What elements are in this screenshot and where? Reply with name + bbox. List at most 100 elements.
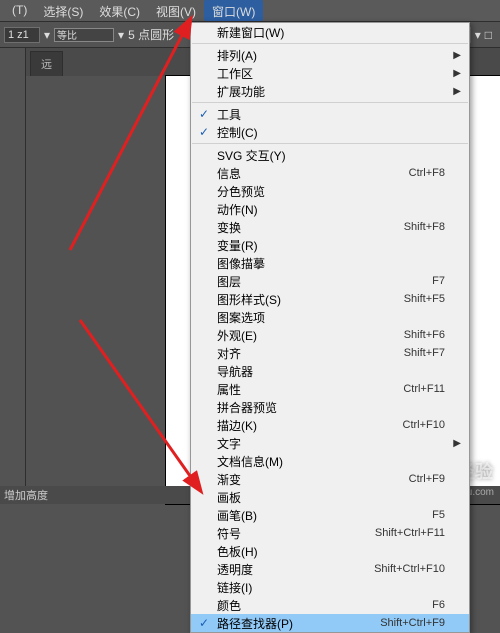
menu-entry[interactable]: 外观(E) Shift+F6 <box>191 326 469 344</box>
menu-entry[interactable]: 文字 ▶ <box>191 434 469 452</box>
menu-entry-label: 信息 <box>217 165 241 182</box>
menu-entry-label: 图形样式(S) <box>217 291 281 308</box>
sidebar-tools[interactable] <box>0 48 26 504</box>
menu-shortcut: Shift+F6 <box>404 329 445 341</box>
menu-entry-label: 图案选项 <box>217 309 265 326</box>
window-menu-dropdown: 新建窗口(W)排列(A)▶工作区▶扩展功能▶✓工具✓控制(C)SVG 交互(Y)… <box>190 22 470 633</box>
menu-entry-label: 链接(I) <box>217 579 252 596</box>
chevron-right-icon: ▶ <box>453 438 461 449</box>
menu-entry-label: SVG 交互(Y) <box>217 147 286 164</box>
menu-entry[interactable]: 图层 F7 <box>191 272 469 290</box>
menu-entry[interactable]: 信息 Ctrl+F8 <box>191 164 469 182</box>
menu-shortcut: Ctrl+F9 <box>409 473 445 485</box>
menu-entry[interactable]: 画笔(B)F5 <box>191 506 469 524</box>
menu-entry[interactable]: SVG 交互(Y) <box>191 146 469 164</box>
menu-entry[interactable]: 画板 <box>191 488 469 506</box>
menu-item-effect[interactable]: 效果(C) <box>91 0 148 21</box>
chevron-right-icon: ▶ <box>453 68 461 79</box>
menu-entry[interactable]: 扩展功能▶ <box>191 82 469 100</box>
menu-entry[interactable]: ✓ 工具 <box>191 105 469 123</box>
menu-entry-label: 控制(C) <box>217 124 258 141</box>
menu-entry[interactable]: 图形样式(S) Shift+F5 <box>191 290 469 308</box>
menu-entry-label: 画板 <box>217 489 241 506</box>
menu-entry-label: 动作(N) <box>217 201 258 218</box>
menu-shortcut: Ctrl+F8 <box>409 167 445 179</box>
menu-entry[interactable]: 图像描摹 <box>191 254 469 272</box>
menu-entry-label: 图像描摹 <box>217 255 265 272</box>
anchor-label: 5 点圆形 <box>128 26 174 43</box>
menu-entry[interactable]: 描边(K) Ctrl+F10 <box>191 416 469 434</box>
menu-item-select[interactable]: 选择(S) <box>35 0 91 21</box>
menu-shortcut: F7 <box>432 275 445 287</box>
menu-shortcut: Shift+Ctrl+F10 <box>374 563 445 575</box>
check-icon: ✓ <box>199 125 209 139</box>
chevron-down-icon[interactable]: ▾ <box>475 28 481 42</box>
menu-item-view[interactable]: 视图(V) <box>148 0 204 21</box>
menu-separator <box>192 102 468 103</box>
menu-entry-label: 拼合器预览 <box>217 399 277 416</box>
menu-entry-label: 工作区 <box>217 65 253 82</box>
menu-entry-label: 渐变 <box>217 471 241 488</box>
menu-entry[interactable]: ✓路径查找器(P)Shift+Ctrl+F9 <box>191 614 469 632</box>
check-icon: ✓ <box>199 616 209 630</box>
menu-entry[interactable]: 导航器 <box>191 362 469 380</box>
status-left-text: 增加高度 <box>4 487 48 503</box>
menu-entry[interactable]: 属性 Ctrl+F11 <box>191 380 469 398</box>
menu-entry-label: 颜色 <box>217 597 241 614</box>
menu-entry[interactable]: 链接(I) <box>191 578 469 596</box>
menu-entry[interactable]: 新建窗口(W) <box>191 23 469 41</box>
menu-entry-label: 文字 <box>217 435 241 452</box>
menu-separator <box>192 43 468 44</box>
zoom-input[interactable] <box>4 27 40 43</box>
chevron-down-icon[interactable]: ▾ <box>44 28 50 42</box>
check-icon: ✓ <box>199 107 209 121</box>
menu-entry[interactable]: 文档信息(M) <box>191 452 469 470</box>
chevron-right-icon: ▶ <box>453 86 461 97</box>
menubar: (T) 选择(S) 效果(C) 视图(V) 窗口(W) <box>0 0 500 22</box>
document-tab[interactable]: 远 <box>30 51 63 76</box>
menu-entry-label: 透明度 <box>217 561 253 578</box>
menu-entry[interactable]: 颜色 F6 <box>191 596 469 614</box>
chevron-right-icon: ▶ <box>453 50 461 61</box>
menu-shortcut: Shift+F7 <box>404 347 445 359</box>
menu-entry[interactable]: 图案选项 <box>191 308 469 326</box>
menu-entry-label: 新建窗口(W) <box>217 24 284 41</box>
menu-entry[interactable]: 拼合器预览 <box>191 398 469 416</box>
menu-item-type[interactable]: (T) <box>4 0 35 21</box>
menu-separator <box>192 143 468 144</box>
menu-entry[interactable]: 变量(R) <box>191 236 469 254</box>
menu-entry[interactable]: 排列(A)▶ <box>191 46 469 64</box>
menu-entry[interactable]: 符号 Shift+Ctrl+F11 <box>191 524 469 542</box>
menu-entry[interactable]: 动作(N) <box>191 200 469 218</box>
menu-entry-label: 外观(E) <box>217 327 257 344</box>
menu-entry[interactable]: 变换Shift+F8 <box>191 218 469 236</box>
menu-entry[interactable]: 色板(H) <box>191 542 469 560</box>
menu-shortcut: Shift+Ctrl+F11 <box>375 527 445 539</box>
menu-entry[interactable]: 工作区 ▶ <box>191 64 469 82</box>
menu-item-window[interactable]: 窗口(W) <box>204 0 263 21</box>
menu-shortcut: Ctrl+F11 <box>403 383 445 395</box>
menu-entry-label: 色板(H) <box>217 543 258 560</box>
menu-shortcut: Shift+F5 <box>404 293 445 305</box>
menu-entry-label: 描边(K) <box>217 417 257 434</box>
menu-entry[interactable]: 分色预览 <box>191 182 469 200</box>
menu-entry-label: 导航器 <box>217 363 253 380</box>
menu-entry[interactable]: 对齐 Shift+F7 <box>191 344 469 362</box>
chevron-down-icon[interactable]: ▾ <box>118 28 124 42</box>
menu-entry-label: 属性 <box>217 381 241 398</box>
menu-entry[interactable]: 透明度 Shift+Ctrl+F10 <box>191 560 469 578</box>
menu-entry[interactable]: ✓ 控制(C) <box>191 123 469 141</box>
menu-shortcut: F6 <box>432 599 445 611</box>
menu-shortcut: Ctrl+F10 <box>403 419 446 431</box>
menu-shortcut: Shift+Ctrl+F9 <box>380 617 445 629</box>
menu-entry-label: 图层 <box>217 273 241 290</box>
stroke-type-select[interactable]: 等比 <box>54 28 114 42</box>
option-box-icon[interactable]: □ <box>485 28 492 42</box>
menu-entry[interactable]: 渐变 Ctrl+F9 <box>191 470 469 488</box>
menu-entry-label: 对齐 <box>217 345 241 362</box>
menu-shortcut: F5 <box>432 509 445 521</box>
menu-entry-label: 变量(R) <box>217 237 258 254</box>
menu-entry-label: 工具 <box>217 106 241 123</box>
menu-entry-label: 符号 <box>217 525 241 542</box>
menu-entry-label: 变换 <box>217 219 241 236</box>
